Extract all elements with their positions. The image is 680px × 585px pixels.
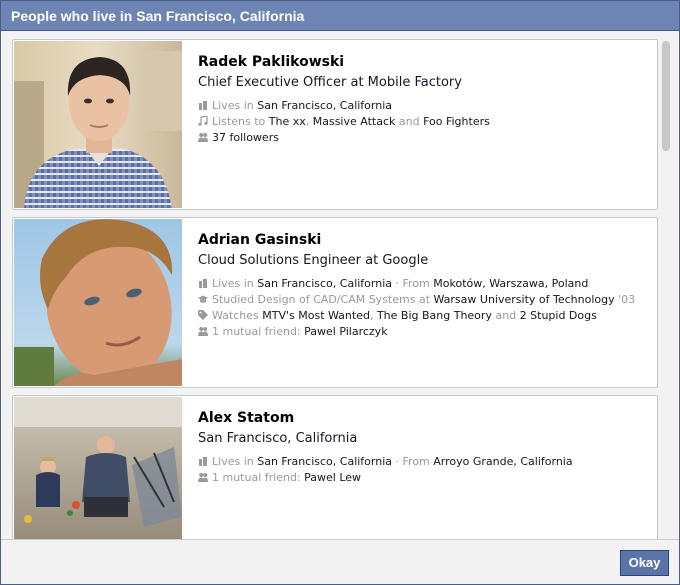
people-icon — [198, 472, 208, 482]
fact-link[interactable]: 2 Stupid Dogs — [520, 309, 597, 322]
person-subtitle: Chief Executive Officer at Mobile Factor… — [198, 75, 462, 90]
lives-in-fact: Lives in San Francisco, California — [198, 98, 647, 114]
fact-text: · From — [392, 277, 434, 290]
lives-in-fact: Lives in San Francisco, California · Fro… — [198, 454, 647, 470]
fact-link[interactable]: Foo Fighters — [423, 115, 490, 128]
people-icon — [198, 326, 208, 336]
dialog-footer: Okay — [1, 539, 679, 584]
fact-link[interactable]: Warsaw University of Technology — [434, 293, 615, 306]
person-card: Alex Statom San Francisco, California Li… — [12, 395, 658, 539]
profile-photo[interactable] — [14, 41, 182, 208]
fact-text: Lives in — [212, 455, 258, 468]
fact-link[interactable]: San Francisco, California — [257, 277, 392, 290]
fact-link[interactable]: Arroyo Grande, California — [433, 455, 572, 468]
education-fact: Studied Design of CAD/CAM Systems at War… — [198, 292, 647, 308]
fact-text[interactable]: 37 followers — [212, 131, 279, 144]
fact-link[interactable]: San Francisco, California — [257, 455, 392, 468]
person-facts: Lives in San Francisco, California Liste… — [198, 98, 647, 146]
graduation-cap-icon — [198, 294, 208, 304]
fact-link[interactable]: Pawel Lew — [304, 471, 361, 484]
fact-link[interactable]: Mokotów, Warszawa, Poland — [433, 277, 588, 290]
fact-text: 1 mutual friend: — [212, 471, 305, 484]
fact-text: Lives in — [212, 277, 258, 290]
home-icon — [198, 100, 208, 110]
fact-link[interactable]: The Big Bang Theory — [377, 309, 492, 322]
person-subtitle: Cloud Solutions Engineer at Google — [198, 253, 429, 268]
fact-text: · From — [392, 455, 434, 468]
person-info: Adrian Gasinski Cloud Solutions Engineer… — [198, 231, 647, 340]
person-name[interactable]: Alex Statom — [198, 409, 647, 427]
person-card: Adrian Gasinski Cloud Solutions Engineer… — [12, 217, 658, 388]
fact-text: 1 mutual friend: — [212, 325, 305, 338]
fact-link[interactable]: San Francisco, California — [257, 99, 392, 112]
people-list[interactable]: Radek Paklikowski Chief Executive Office… — [2, 31, 678, 539]
home-icon — [198, 456, 208, 466]
fact-text: Studied Design of CAD/CAM Systems at — [212, 293, 434, 306]
fact-text: Listens to — [212, 115, 269, 128]
person-facts: Lives in San Francisco, California · Fro… — [198, 454, 647, 486]
fact-text: and — [491, 309, 520, 322]
mutual-friend-fact: 1 mutual friend: Pawel Pilarczyk — [198, 324, 647, 340]
scrollbar-thumb[interactable] — [662, 41, 670, 151]
okay-button[interactable]: Okay — [620, 550, 669, 576]
fact-link[interactable]: MTV's Most Wanted — [262, 309, 370, 322]
fact-text: Lives in — [212, 99, 258, 112]
fact-text: , — [369, 309, 377, 322]
person-facts: Lives in San Francisco, California · Fro… — [198, 276, 647, 340]
fact-text: Watches — [212, 309, 263, 322]
home-icon — [198, 278, 208, 288]
fact-link[interactable]: Massive Attack — [313, 115, 396, 128]
fact-link[interactable]: Pawel Pilarczyk — [304, 325, 387, 338]
person-name[interactable]: Radek Paklikowski — [198, 53, 647, 71]
fact-text: , — [305, 115, 313, 128]
music-fact: Listens to The xx, Massive Attack and Fo… — [198, 114, 647, 130]
tag-icon — [198, 310, 208, 320]
music-note-icon — [198, 116, 208, 126]
fact-text: '03 — [614, 293, 636, 306]
fact-text: and — [395, 115, 424, 128]
dialog-title: People who live in San Francisco, Califo… — [1, 1, 679, 31]
profile-photo[interactable] — [14, 397, 182, 539]
people-icon — [198, 132, 208, 142]
person-name[interactable]: Adrian Gasinski — [198, 231, 647, 249]
person-card: Radek Paklikowski Chief Executive Office… — [12, 39, 658, 210]
people-dialog: People who live in San Francisco, Califo… — [0, 0, 680, 585]
watches-fact: Watches MTV's Most Wanted, The Big Bang … — [198, 308, 647, 324]
mutual-friend-fact: 1 mutual friend: Pawel Lew — [198, 470, 647, 486]
person-subtitle: San Francisco, California — [198, 431, 358, 446]
followers-fact: 37 followers — [198, 130, 647, 146]
profile-photo[interactable] — [14, 219, 182, 386]
person-info: Alex Statom San Francisco, California Li… — [198, 409, 647, 486]
fact-link[interactable]: The xx — [269, 115, 306, 128]
lives-in-fact: Lives in San Francisco, California · Fro… — [198, 276, 647, 292]
person-info: Radek Paklikowski Chief Executive Office… — [198, 53, 647, 146]
